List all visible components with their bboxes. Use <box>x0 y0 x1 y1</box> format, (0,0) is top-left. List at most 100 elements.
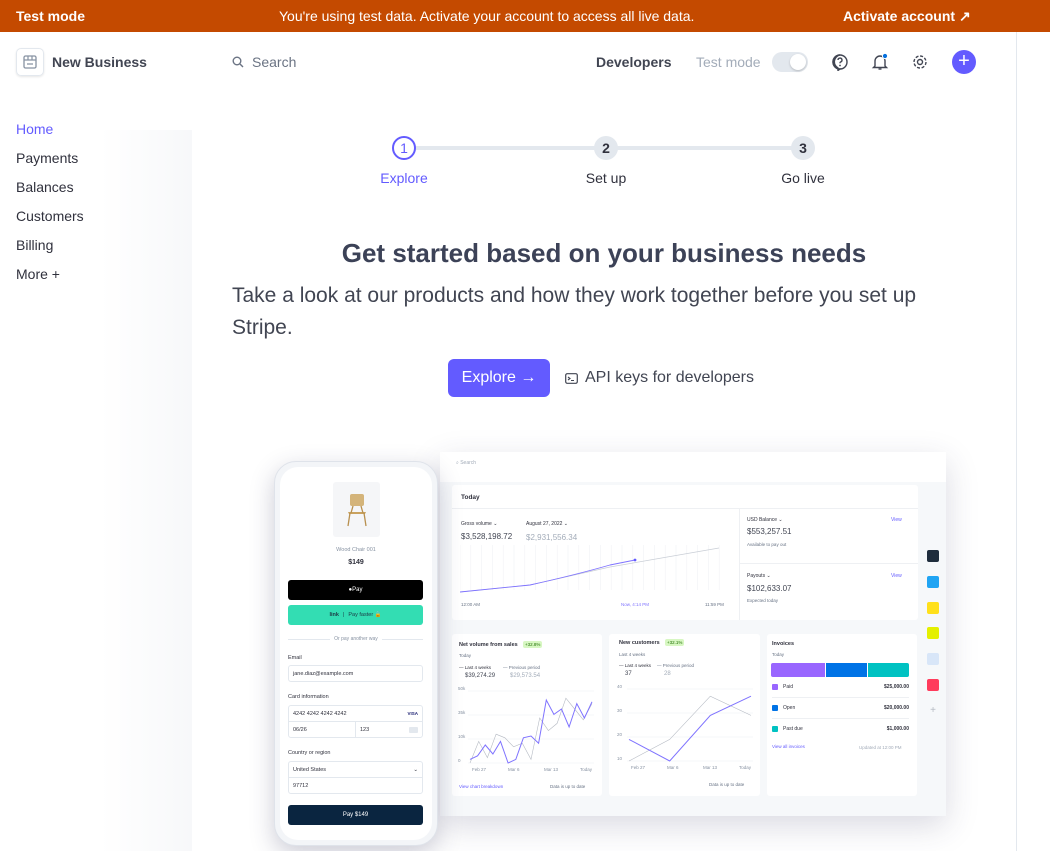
sidebar-item-home[interactable]: Home <box>16 121 53 137</box>
divider <box>739 563 918 564</box>
gross-volume-label: Gross volume ⌄ <box>461 521 498 527</box>
legend-swatch <box>772 684 778 690</box>
help-icon[interactable] <box>829 51 851 73</box>
arrow-up-right-icon: ↗ <box>958 8 971 24</box>
sidebar-item-payments[interactable]: Payments <box>16 150 78 166</box>
invoice-label: Past due <box>783 726 803 732</box>
chevron-down-icon: ⌄ <box>413 766 418 773</box>
developers-link[interactable]: Developers <box>596 54 671 70</box>
page-subtitle: Take a look at our products and how they… <box>232 284 917 339</box>
x-tick: Mar 6 <box>667 765 679 770</box>
search-icon <box>232 56 244 68</box>
sidebar-item-balances[interactable]: Balances <box>16 179 74 195</box>
download-icon <box>927 627 939 640</box>
banner-label: Test mode <box>16 8 85 24</box>
balance-view-link: View <box>891 517 902 523</box>
business-logo[interactable] <box>16 48 44 76</box>
link-pay-button: link | Pay faster 🔒 <box>288 605 423 625</box>
sidebar-item-billing[interactable]: Billing <box>16 237 53 253</box>
y-tick: 50k <box>458 686 466 691</box>
bar-open <box>826 663 867 677</box>
invoices-title: Invoices <box>772 641 795 647</box>
card-label: Card information <box>288 694 329 700</box>
pay-button: Pay $149 <box>288 805 423 825</box>
y-tick: 10k <box>458 734 466 739</box>
legend-swatch <box>772 705 778 711</box>
step-3[interactable]: 3 <box>791 136 815 160</box>
current-series-line <box>469 698 593 764</box>
visa-icon: VISA <box>407 711 418 716</box>
invoice-label: Open <box>783 705 796 711</box>
mailchimp-icon <box>927 601 939 614</box>
activate-account-link[interactable]: Activate account ↗ <box>843 8 971 25</box>
invoice-label: Paid <box>783 684 794 690</box>
step-label-golive: Go live <box>781 170 825 186</box>
new-customers-previous: 28 <box>664 671 671 677</box>
bell-icon[interactable] <box>869 51 891 73</box>
bar-past-due <box>867 663 909 677</box>
x-tick: Now, 4:14 PM <box>621 602 650 607</box>
data-status: Data is up to date <box>709 782 745 787</box>
test-mode-toggle[interactable] <box>772 52 808 72</box>
divider <box>452 508 918 509</box>
legend-swatch <box>772 726 778 732</box>
y-tick: 20 <box>617 732 623 737</box>
api-keys-link[interactable]: API keys for developers <box>565 369 754 387</box>
country-label: Country or region <box>288 750 331 756</box>
new-customers-chart: 40 30 20 10 Feb 27 Mar 6 Mar 13 Today <box>617 684 753 770</box>
search-input[interactable]: Search <box>232 54 432 70</box>
divider <box>772 697 909 698</box>
store-icon <box>23 55 37 69</box>
x-tick: Today <box>739 765 752 770</box>
divider <box>772 718 909 719</box>
y-tick: 10 <box>617 756 623 761</box>
new-customers-title: New customers <box>619 640 660 646</box>
legend-current: Last 4 weeks <box>464 665 492 670</box>
compare-date: August 27, 2022 ⌄ <box>526 521 568 527</box>
balance-value: $553,257.51 <box>747 527 792 536</box>
email-field: jane.diaz@example.com <box>288 665 423 682</box>
payouts-view-link: View <box>891 573 902 579</box>
search-placeholder: Search <box>252 54 297 70</box>
pay-another-way: Or pay another way <box>330 636 382 642</box>
new-customers-badge: +32.1% <box>665 639 685 646</box>
gear-icon[interactable] <box>909 51 931 73</box>
product-price: $149 <box>348 559 364 566</box>
bar-paid <box>771 663 826 677</box>
x-tick: Feb 27 <box>631 765 646 770</box>
x-tick: 11:59 PM <box>705 602 724 607</box>
y-tick: 0 <box>458 758 461 763</box>
step-label-setup: Set up <box>585 170 627 186</box>
invoice-amount: $20,000.00 <box>883 705 909 711</box>
net-volume-current: $39,274.29 <box>465 673 496 679</box>
divider <box>1016 32 1017 851</box>
today-title: Today <box>461 494 480 501</box>
test-mode-banner: Test mode You're using test data. Activa… <box>0 0 1050 32</box>
invoices-card <box>767 634 917 796</box>
step-2[interactable]: 2 <box>594 136 618 160</box>
terminal-icon <box>565 372 578 384</box>
legend-previous: Previous period <box>508 665 541 670</box>
net-volume-previous: $29,573.54 <box>510 673 541 679</box>
invoice-amount: $25,000.00 <box>883 684 909 690</box>
legend-previous: Previous period <box>662 663 695 668</box>
sidebar-item-customers[interactable]: Customers <box>16 208 84 224</box>
step-label-explore: Explore <box>380 170 428 186</box>
payouts-label: Payouts ⌄ <box>747 573 771 579</box>
balance-label: USD Balance ⌄ <box>747 517 783 523</box>
gross-volume-value: $3,528,198.72 <box>461 532 513 541</box>
balance-sub: Available to pay out <box>747 542 787 547</box>
net-volume-badge: +32.8% <box>523 641 543 648</box>
business-name[interactable]: New Business <box>52 54 147 70</box>
explore-button[interactable]: Explore → <box>448 359 550 397</box>
product-name: Wood Chair 001 <box>336 547 376 553</box>
apple-pay-button: ● Pay <box>288 580 423 600</box>
x-tick: Today <box>580 767 593 772</box>
x-tick: Feb 27 <box>472 767 487 772</box>
data-status: Data is up to date <box>550 784 586 789</box>
previous-series-line <box>469 697 593 764</box>
sidebar-item-more[interactable]: More + <box>16 266 60 282</box>
period-label: Last 4 weeks <box>619 652 646 657</box>
plus-icon[interactable]: + <box>952 50 976 74</box>
step-1[interactable]: 1 <box>392 136 416 160</box>
